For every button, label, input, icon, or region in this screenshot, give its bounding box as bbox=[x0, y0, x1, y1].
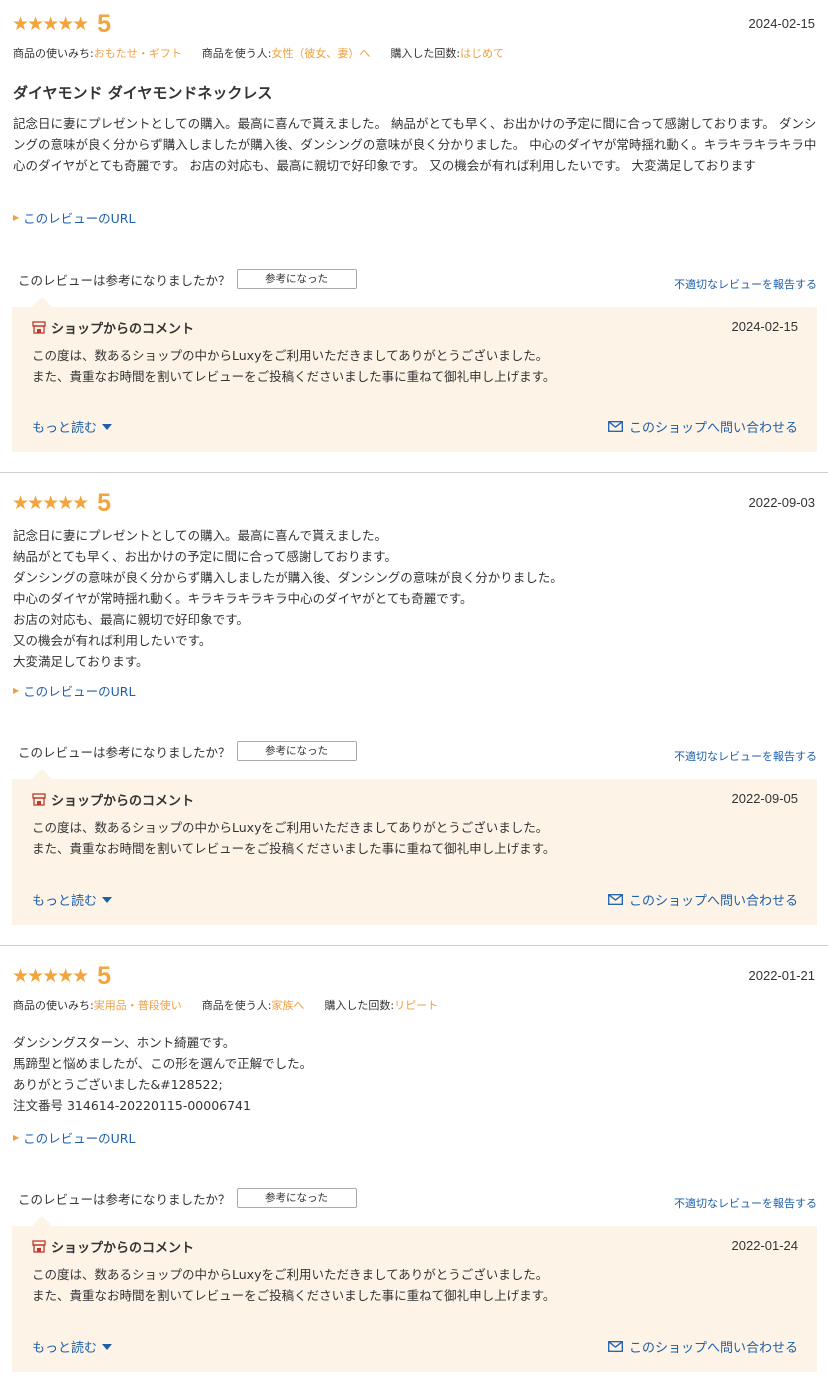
helpful-button[interactable]: 参考になった bbox=[236, 741, 357, 761]
review-url-link[interactable]: ▶ このレビューのURL bbox=[13, 1128, 135, 1147]
mail-icon bbox=[608, 421, 623, 432]
helpful-button[interactable]: 参考になった bbox=[236, 1188, 357, 1208]
user-value: 家族へ bbox=[271, 999, 305, 1012]
shop-comment-title: ショップからのコメント bbox=[51, 322, 195, 337]
shop-comment-title: ショップからのコメント bbox=[51, 794, 195, 809]
count-label: 購入した回数: bbox=[390, 47, 461, 60]
shop-comment-title: ショップからのコメント bbox=[51, 1241, 195, 1256]
caret-down-icon bbox=[102, 1343, 113, 1350]
shop-comment-header: ショップからのコメント bbox=[32, 790, 194, 809]
read-more-label: もっと読む bbox=[32, 1341, 98, 1356]
star-rating: ★★★★★ 5 bbox=[12, 12, 111, 37]
review-url-link[interactable]: ▶ このレビューのURL bbox=[13, 681, 135, 700]
review-item: ★★★★★ 5 2024-02-15 商品の使いみち:おもたせ・ギフト 商品を使… bbox=[0, 0, 828, 473]
review-date: 2024-02-15 bbox=[748, 16, 816, 31]
review-meta: 商品の使いみち:おもたせ・ギフト 商品を使う人:女性（彼女、妻）へ 購入した回数… bbox=[13, 45, 524, 61]
helpful-prompt: このレビューは参考になりましたか？ 参考になった bbox=[18, 741, 357, 761]
contact-shop-link[interactable]: このショップへ問い合わせる bbox=[608, 417, 798, 436]
read-more-link[interactable]: もっと読む bbox=[32, 890, 113, 909]
helpful-question: このレビューは参考になりましたか？ bbox=[18, 272, 231, 288]
shop-comment-text: この度は、数あるショップの中からLuxyをご利用いただきましてありがとうございま… bbox=[32, 348, 556, 384]
contact-shop-link[interactable]: このショップへ問い合わせる bbox=[608, 1337, 798, 1356]
contact-shop-label: このショップへ問い合わせる bbox=[628, 421, 798, 436]
caret-down-icon bbox=[102, 896, 113, 903]
star-rating: ★★★★★ 5 bbox=[12, 964, 111, 989]
rating-score: 5 bbox=[97, 489, 112, 517]
mail-icon bbox=[608, 1341, 623, 1352]
read-more-link[interactable]: もっと読む bbox=[32, 417, 113, 436]
rating-score: 5 bbox=[97, 962, 112, 990]
star-rating: ★★★★★ 5 bbox=[12, 491, 111, 516]
review-body: ダンシングスターン、ホント綺麗です。 馬蹄型と悩めましたが、この形を選んで正解で… bbox=[13, 1035, 313, 1113]
shop-comment-header: ショップからのコメント bbox=[32, 1237, 194, 1256]
usage-label: 商品の使いみち: bbox=[13, 999, 94, 1012]
caret-down-icon bbox=[102, 423, 113, 430]
review-title: ダイヤモンド ダイヤモンドネックレス bbox=[13, 84, 273, 102]
contact-shop-label: このショップへ問い合わせる bbox=[628, 1341, 798, 1356]
usage-value: おもたせ・ギフト bbox=[93, 47, 182, 60]
review-url-label: このレビューのURL bbox=[23, 211, 136, 226]
review-item: ★★★★★ 5 2022-01-21 商品の使いみち:実用品・普段使い 商品を使… bbox=[0, 946, 828, 1386]
count-value: リピート bbox=[394, 999, 439, 1012]
read-more-label: もっと読む bbox=[32, 894, 98, 909]
review-item: ★★★★★ 5 2022-09-03 記念日に妻にプレゼントとしての購入。最高に… bbox=[0, 473, 828, 946]
review-body: 記念日に妻にプレゼントとしての購入。最高に喜んで貰えました。 納品がとても早く、… bbox=[13, 116, 817, 173]
shop-comment-box: ショップからのコメント 2022-09-05 この度は、数あるショップの中からL… bbox=[12, 769, 817, 925]
review-body: 記念日に妻にプレゼントとしての購入。最高に喜んで貰えました。 納品がとても早く、… bbox=[13, 528, 563, 669]
shop-icon bbox=[32, 321, 46, 334]
count-value: はじめて bbox=[460, 47, 505, 60]
shop-comment-text: この度は、数あるショップの中からLuxyをご利用いただきましてありがとうございま… bbox=[32, 1267, 556, 1303]
user-value: 女性（彼女、妻）へ bbox=[271, 47, 371, 60]
count-label: 購入した回数: bbox=[324, 999, 395, 1012]
review-date: 2022-09-03 bbox=[748, 495, 816, 510]
read-more-link[interactable]: もっと読む bbox=[32, 1337, 113, 1356]
usage-label: 商品の使いみち: bbox=[13, 47, 94, 60]
review-url-label: このレビューのURL bbox=[23, 1131, 136, 1146]
contact-shop-link[interactable]: このショップへ問い合わせる bbox=[608, 890, 798, 909]
report-link[interactable]: 不適切なレビューを報告する bbox=[674, 276, 817, 292]
shop-comment-text: この度は、数あるショップの中からLuxyをご利用いただきましてありがとうございま… bbox=[32, 820, 556, 856]
shop-icon bbox=[32, 793, 46, 806]
helpful-button[interactable]: 参考になった bbox=[236, 269, 357, 289]
review-meta: 商品の使いみち:実用品・普段使い 商品を使う人:家族へ 購入した回数:リピート bbox=[13, 997, 458, 1013]
rating-score: 5 bbox=[97, 10, 112, 38]
mail-icon bbox=[608, 894, 623, 905]
shop-comment-header: ショップからのコメント bbox=[32, 318, 194, 337]
review-url-link[interactable]: ▶ このレビューのURL bbox=[13, 208, 135, 227]
shop-comment-date: 2022-09-05 bbox=[731, 791, 799, 806]
read-more-label: もっと読む bbox=[32, 421, 98, 436]
usage-value: 実用品・普段使い bbox=[93, 999, 182, 1012]
shop-comment-box: ショップからのコメント 2022-01-24 この度は、数あるショップの中からL… bbox=[12, 1216, 817, 1372]
report-link[interactable]: 不適切なレビューを報告する bbox=[674, 748, 817, 764]
triangle-right-icon: ▶ bbox=[13, 213, 20, 222]
shop-comment-date: 2022-01-24 bbox=[731, 1238, 799, 1253]
review-date: 2022-01-21 bbox=[748, 968, 816, 983]
shop-comment-box: ショップからのコメント 2024-02-15 この度は、数あるショップの中からL… bbox=[12, 297, 817, 452]
star-icon: ★★★★★ bbox=[12, 965, 89, 987]
helpful-question: このレビューは参考になりましたか？ bbox=[18, 744, 231, 760]
star-icon: ★★★★★ bbox=[12, 492, 89, 514]
helpful-question: このレビューは参考になりましたか？ bbox=[18, 1191, 231, 1207]
user-label: 商品を使う人: bbox=[201, 999, 272, 1012]
review-url-label: このレビューのURL bbox=[23, 684, 136, 699]
star-icon: ★★★★★ bbox=[12, 13, 89, 35]
shop-comment-date: 2024-02-15 bbox=[731, 319, 799, 334]
contact-shop-label: このショップへ問い合わせる bbox=[628, 894, 798, 909]
shop-icon bbox=[32, 1240, 46, 1253]
user-label: 商品を使う人: bbox=[201, 47, 272, 60]
helpful-prompt: このレビューは参考になりましたか？ 参考になった bbox=[18, 1188, 357, 1208]
report-link[interactable]: 不適切なレビューを報告する bbox=[674, 1195, 817, 1211]
helpful-prompt: このレビューは参考になりましたか？ 参考になった bbox=[18, 269, 357, 289]
triangle-right-icon: ▶ bbox=[13, 686, 20, 695]
triangle-right-icon: ▶ bbox=[13, 1133, 20, 1142]
